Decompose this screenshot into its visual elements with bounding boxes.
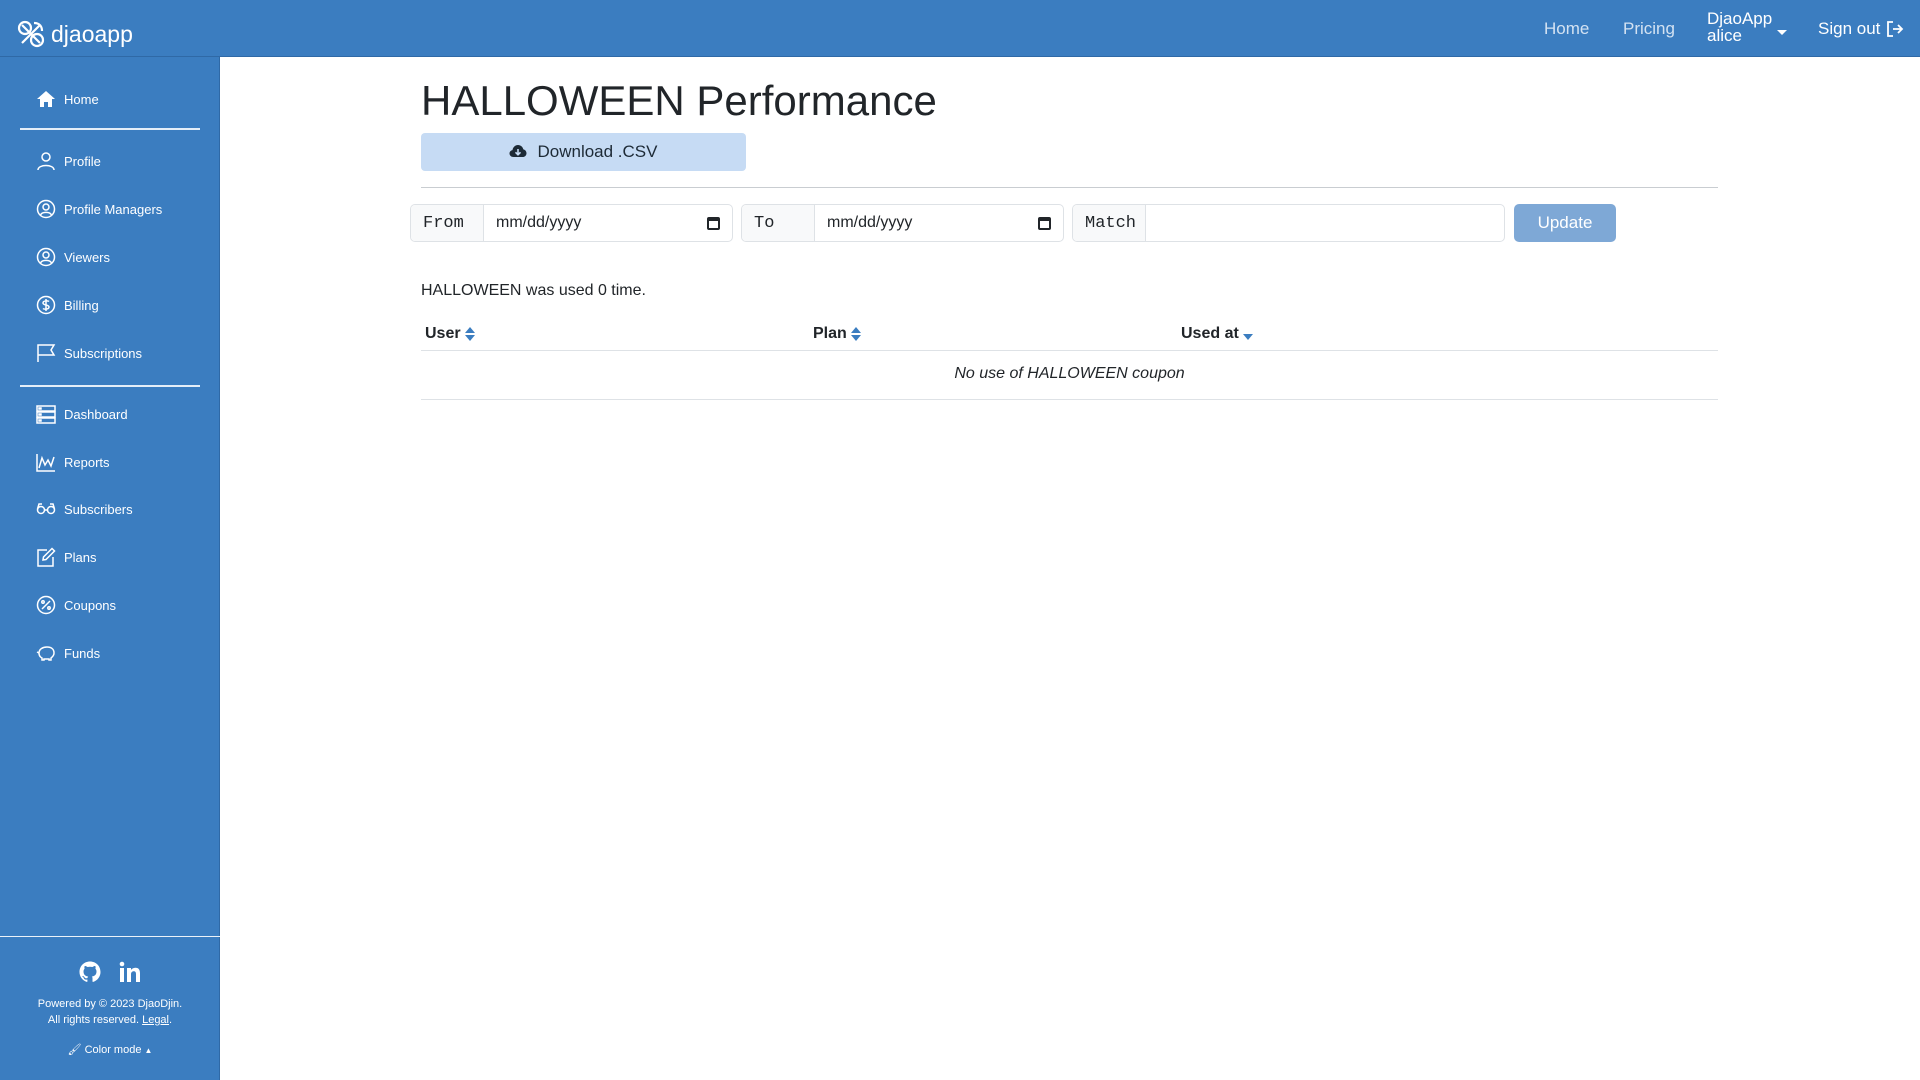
sidebar-item-label: Dashboard — [64, 406, 128, 422]
sidebar-item-label: Funds — [64, 645, 101, 661]
match-group: Match — [1072, 204, 1505, 242]
percent-icon — [36, 595, 56, 615]
from-label: From — [411, 205, 484, 241]
person-icon — [37, 152, 55, 171]
signout-label: Sign out — [1818, 19, 1881, 38]
column-header-plan[interactable]: Plan — [813, 325, 861, 343]
linkedin-icon[interactable] — [118, 960, 142, 984]
sidebar-item-label: Reports — [64, 454, 110, 470]
column-header-label: Plan — [813, 325, 847, 342]
sort-desc-icon — [1242, 334, 1253, 340]
sort-both-icon — [464, 327, 475, 341]
calendar-icon[interactable] — [707, 216, 720, 230]
sidebar-item-label: Plans — [64, 549, 97, 565]
edit-icon — [37, 547, 56, 567]
sidebar-item-funds[interactable]: Funds — [36, 641, 100, 665]
glasses-icon — [36, 503, 56, 515]
social-links — [78, 960, 142, 984]
from-date-group: From mm/dd/yyyy — [410, 204, 733, 242]
sidebar-divider — [20, 385, 200, 387]
legal-link[interactable]: Legal — [142, 1014, 169, 1026]
usage-summary: HALLOWEEN was used 0 time. — [421, 282, 646, 299]
sort-both-icon — [850, 327, 861, 341]
sidebar-item-label: Subscribers — [64, 501, 133, 517]
sidebar-item-home[interactable]: Home — [36, 87, 99, 111]
page-title: HALLOWEEN Performance — [421, 77, 937, 124]
sidebar-item-subscriptions[interactable]: Subscriptions — [36, 341, 142, 365]
brand-name: djaoapp — [51, 20, 133, 47]
calendar-icon[interactable] — [1038, 216, 1051, 230]
column-header-user[interactable]: User — [425, 325, 475, 343]
section-divider — [421, 187, 1718, 188]
from-date-placeholder: mm/dd/yyyy — [496, 214, 582, 231]
signout-icon — [1887, 21, 1904, 37]
from-date-input[interactable]: mm/dd/yyyy — [484, 205, 732, 241]
rights-text: All rights reserved. — [47, 1014, 140, 1026]
sidebar-item-label: Coupons — [64, 597, 117, 613]
cloud-download-icon — [509, 145, 527, 157]
match-label: Match — [1073, 205, 1146, 241]
column-header-label: Used at — [1181, 325, 1239, 342]
chart-icon — [36, 454, 55, 472]
sidebar-item-profile-managers[interactable]: Profile Managers — [36, 197, 162, 221]
match-input[interactable] — [1146, 205, 1504, 241]
sidebar-divider — [20, 128, 200, 130]
copyright-text: Powered by © 2023 DjaoDjin. — [37, 998, 183, 1010]
download-csv-button[interactable]: Download .CSV — [421, 133, 746, 171]
update-button[interactable]: Update — [1514, 204, 1616, 242]
sidebar-footer-divider — [0, 936, 220, 937]
sidebar-item-coupons[interactable]: Coupons — [36, 593, 116, 617]
sidebar-item-reports[interactable]: Reports — [36, 450, 110, 474]
download-csv-label: Download .CSV — [537, 142, 658, 161]
sidebar-item-viewers[interactable]: Viewers — [36, 245, 110, 269]
person-circle-icon — [36, 247, 56, 267]
top-navbar: djaoapp Home Pricing DjaoApp alice Sign … — [0, 0, 1920, 57]
sidebar-item-label: Viewers — [64, 249, 111, 265]
sidebar-item-label: Subscriptions — [64, 345, 143, 361]
nav-home-link[interactable]: Home — [1544, 19, 1589, 39]
sidebar-item-profile[interactable]: Profile — [36, 149, 101, 173]
sidebar-item-dashboard[interactable]: Dashboard — [36, 402, 128, 426]
sidebar-item-label: Home — [64, 91, 99, 107]
sidebar-item-subscribers[interactable]: Subscribers — [36, 497, 133, 521]
sidebar-item-plans[interactable]: Plans — [36, 545, 97, 569]
home-icon — [37, 91, 55, 107]
account-dropdown[interactable]: DjaoApp alice — [1707, 9, 1787, 45]
color-mode-label: Color mode — [84, 1044, 142, 1056]
brand-logo[interactable]: djaoapp — [16, 19, 133, 49]
caret-down-icon — [1777, 30, 1787, 35]
table-row-border — [421, 399, 1718, 400]
account-org: DjaoApp — [1707, 9, 1773, 28]
brush-icon: 🖌 — [67, 1044, 82, 1056]
column-header-label: User — [425, 325, 461, 342]
sidebar-item-billing[interactable]: Billing — [36, 293, 99, 317]
sidebar-item-label: Profile — [64, 153, 101, 169]
sidebar: Home Profile Profile Managers Viewers Bi… — [0, 57, 220, 1080]
nav-pricing-link[interactable]: Pricing — [1623, 19, 1675, 39]
dollar-circle-icon — [36, 295, 56, 315]
sidebar-item-label: Billing — [64, 297, 99, 313]
table-header-border — [421, 350, 1718, 351]
piggy-bank-icon — [36, 646, 55, 661]
to-date-placeholder: mm/dd/yyyy — [827, 214, 913, 231]
caret-up-icon: ▲ — [144, 1046, 153, 1055]
to-date-input[interactable]: mm/dd/yyyy — [815, 205, 1063, 241]
sidebar-item-label: Profile Managers — [64, 201, 163, 217]
rights-line: All rights reserved. Legal. — [47, 1014, 173, 1026]
color-mode-toggle[interactable]: 🖌 Color mode ▲ — [0, 1043, 220, 1056]
flag-icon — [37, 344, 56, 362]
github-icon[interactable] — [78, 960, 102, 984]
to-label: To — [742, 205, 815, 241]
dashboard-icon — [36, 405, 56, 424]
to-date-group: To mm/dd/yyyy — [741, 204, 1064, 242]
column-header-used-at[interactable]: Used at — [1181, 325, 1253, 343]
table-empty-message: No use of HALLOWEEN coupon — [954, 365, 1185, 382]
djaoapp-logo-icon — [17, 20, 45, 48]
person-circle-icon — [36, 199, 56, 219]
signout-link[interactable]: Sign out — [1818, 19, 1904, 39]
account-user: alice — [1707, 26, 1742, 45]
